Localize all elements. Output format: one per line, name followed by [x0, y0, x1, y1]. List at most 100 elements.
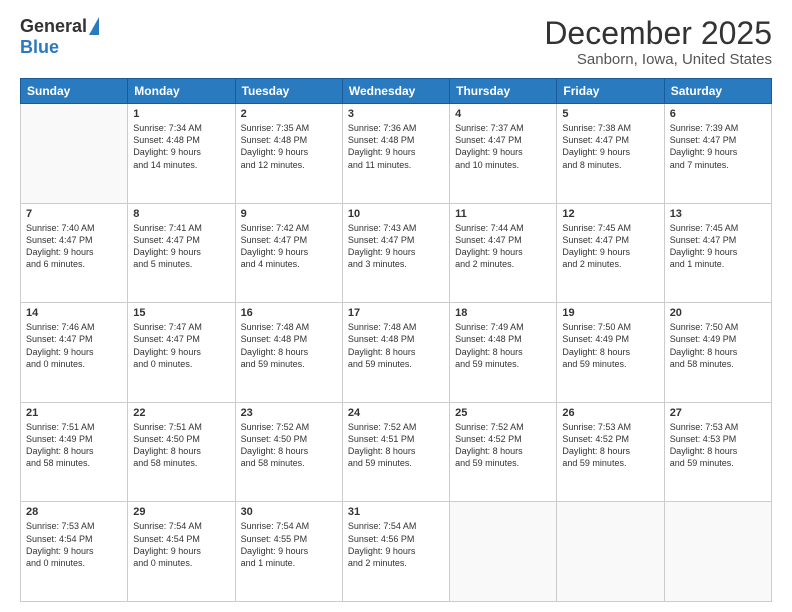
day-number: 20: [670, 307, 766, 319]
day-number: 17: [348, 307, 444, 319]
calendar-cell: 13 Sunrise: 7:45 AM Sunset: 4:47 PM Dayli…: [664, 203, 771, 303]
calendar-cell: 12 Sunrise: 7:45 AM Sunset: 4:47 PM Dayli…: [557, 203, 664, 303]
day-header-wednesday: Wednesday: [342, 79, 449, 104]
calendar-cell: 27Sunrise: 7:53 AM Sunset: 4:53 PM Dayli…: [664, 402, 771, 502]
calendar-cell: 2 Sunrise: 7:35 AM Sunset: 4:48 PM Daylig…: [235, 104, 342, 204]
day-info: Sunrise: 7:49 AM Sunset: 4:48 PM Dayligh…: [455, 321, 551, 370]
day-info: Sunrise: 7:51 AM Sunset: 4:50 PM Dayligh…: [133, 421, 229, 470]
day-info: Sunrise: 7:50 AM Sunset: 4:49 PM Dayligh…: [670, 321, 766, 370]
calendar-cell: 7Sunrise: 7:40 AM Sunset: 4:47 PM Daylig…: [21, 203, 128, 303]
day-info: Sunrise: 7:48 AM Sunset: 4:48 PM Dayligh…: [348, 321, 444, 370]
calendar-cell: 20 Sunrise: 7:50 AM Sunset: 4:49 PM Dayli…: [664, 303, 771, 403]
day-number: 11: [455, 208, 551, 220]
calendar-cell: 26 Sunrise: 7:53 AM Sunset: 4:52 PM Dayli…: [557, 402, 664, 502]
day-info: Sunrise: 7:52 AM Sunset: 4:51 PM Dayligh…: [348, 421, 444, 470]
calendar-cell: 3Sunrise: 7:36 AM Sunset: 4:48 PM Daylig…: [342, 104, 449, 204]
day-number: 9: [241, 208, 337, 220]
day-number: 23: [241, 407, 337, 419]
day-number: 15: [133, 307, 229, 319]
calendar-cell: 30 Sunrise: 7:54 AM Sunset: 4:55 PM Dayli…: [235, 502, 342, 602]
calendar-week-1: 7Sunrise: 7:40 AM Sunset: 4:47 PM Daylig…: [21, 203, 772, 303]
calendar-cell: [21, 104, 128, 204]
day-number: 18: [455, 307, 551, 319]
day-number: 19: [562, 307, 658, 319]
day-info: Sunrise: 7:53 AM Sunset: 4:54 PM Dayligh…: [26, 520, 122, 569]
day-info: Sunrise: 7:46 AM Sunset: 4:47 PM Dayligh…: [26, 321, 122, 370]
day-info: Sunrise: 7:39 AM Sunset: 4:47 PM Dayligh…: [670, 122, 766, 171]
day-info: Sunrise: 7:50 AM Sunset: 4:49 PM Dayligh…: [562, 321, 658, 370]
logo: General Blue: [20, 16, 99, 58]
day-info: Sunrise: 7:54 AM Sunset: 4:54 PM Dayligh…: [133, 520, 229, 569]
day-number: 1: [133, 108, 229, 120]
calendar-cell: 23 Sunrise: 7:52 AM Sunset: 4:50 PM Dayli…: [235, 402, 342, 502]
day-number: 5: [562, 108, 658, 120]
location-subtitle: Sanborn, Iowa, United States: [544, 51, 772, 68]
calendar-cell: 15 Sunrise: 7:47 AM Sunset: 4:47 PM Dayli…: [128, 303, 235, 403]
calendar-cell: 22Sunrise: 7:51 AM Sunset: 4:50 PM Dayli…: [128, 402, 235, 502]
calendar-week-4: 28 Sunrise: 7:53 AM Sunset: 4:54 PM Dayli…: [21, 502, 772, 602]
calendar-cell: 8Sunrise: 7:41 AM Sunset: 4:47 PM Daylig…: [128, 203, 235, 303]
day-header-tuesday: Tuesday: [235, 79, 342, 104]
day-info: Sunrise: 7:48 AM Sunset: 4:48 PM Dayligh…: [241, 321, 337, 370]
calendar-cell: 24 Sunrise: 7:52 AM Sunset: 4:51 PM Dayli…: [342, 402, 449, 502]
day-number: 2: [241, 108, 337, 120]
day-header-friday: Friday: [557, 79, 664, 104]
day-info: Sunrise: 7:40 AM Sunset: 4:47 PM Dayligh…: [26, 222, 122, 271]
day-header-thursday: Thursday: [450, 79, 557, 104]
calendar-cell: 1 Sunrise: 7:34 AM Sunset: 4:48 PM Daylig…: [128, 104, 235, 204]
day-number: 30: [241, 506, 337, 518]
calendar-cell: 28 Sunrise: 7:53 AM Sunset: 4:54 PM Dayli…: [21, 502, 128, 602]
logo-blue-text: Blue: [20, 37, 59, 58]
calendar-week-2: 14Sunrise: 7:46 AM Sunset: 4:47 PM Dayli…: [21, 303, 772, 403]
calendar-cell: 18 Sunrise: 7:49 AM Sunset: 4:48 PM Dayli…: [450, 303, 557, 403]
day-number: 4: [455, 108, 551, 120]
calendar-cell: 11 Sunrise: 7:44 AM Sunset: 4:47 PM Dayli…: [450, 203, 557, 303]
calendar-cell: 17 Sunrise: 7:48 AM Sunset: 4:48 PM Dayli…: [342, 303, 449, 403]
calendar-cell: [664, 502, 771, 602]
logo-triangle-icon: [89, 17, 99, 35]
day-number: 3: [348, 108, 444, 120]
calendar-cell: 31Sunrise: 7:54 AM Sunset: 4:56 PM Dayli…: [342, 502, 449, 602]
day-info: Sunrise: 7:44 AM Sunset: 4:47 PM Dayligh…: [455, 222, 551, 271]
day-number: 16: [241, 307, 337, 319]
day-number: 12: [562, 208, 658, 220]
day-info: Sunrise: 7:42 AM Sunset: 4:47 PM Dayligh…: [241, 222, 337, 271]
day-info: Sunrise: 7:45 AM Sunset: 4:47 PM Dayligh…: [670, 222, 766, 271]
day-number: 24: [348, 407, 444, 419]
day-number: 6: [670, 108, 766, 120]
day-info: Sunrise: 7:43 AM Sunset: 4:47 PM Dayligh…: [348, 222, 444, 271]
day-info: Sunrise: 7:52 AM Sunset: 4:50 PM Dayligh…: [241, 421, 337, 470]
calendar-cell: 25Sunrise: 7:52 AM Sunset: 4:52 PM Dayli…: [450, 402, 557, 502]
day-info: Sunrise: 7:53 AM Sunset: 4:52 PM Dayligh…: [562, 421, 658, 470]
day-info: Sunrise: 7:45 AM Sunset: 4:47 PM Dayligh…: [562, 222, 658, 271]
calendar-cell: 10 Sunrise: 7:43 AM Sunset: 4:47 PM Dayli…: [342, 203, 449, 303]
day-info: Sunrise: 7:34 AM Sunset: 4:48 PM Dayligh…: [133, 122, 229, 171]
calendar-cell: [450, 502, 557, 602]
day-info: Sunrise: 7:47 AM Sunset: 4:47 PM Dayligh…: [133, 321, 229, 370]
day-number: 10: [348, 208, 444, 220]
day-number: 28: [26, 506, 122, 518]
day-number: 26: [562, 407, 658, 419]
day-info: Sunrise: 7:52 AM Sunset: 4:52 PM Dayligh…: [455, 421, 551, 470]
calendar-cell: 14Sunrise: 7:46 AM Sunset: 4:47 PM Dayli…: [21, 303, 128, 403]
calendar-header-row: SundayMondayTuesdayWednesdayThursdayFrid…: [21, 79, 772, 104]
calendar-cell: [557, 502, 664, 602]
calendar-cell: 6 Sunrise: 7:39 AM Sunset: 4:47 PM Daylig…: [664, 104, 771, 204]
day-info: Sunrise: 7:35 AM Sunset: 4:48 PM Dayligh…: [241, 122, 337, 171]
day-info: Sunrise: 7:54 AM Sunset: 4:55 PM Dayligh…: [241, 520, 337, 569]
day-info: Sunrise: 7:51 AM Sunset: 4:49 PM Dayligh…: [26, 421, 122, 470]
calendar-cell: 4 Sunrise: 7:37 AM Sunset: 4:47 PM Daylig…: [450, 104, 557, 204]
calendar-table: SundayMondayTuesdayWednesdayThursdayFrid…: [20, 78, 772, 602]
day-number: 27: [670, 407, 766, 419]
page: General Blue December 2025 Sanborn, Iowa…: [0, 0, 792, 612]
calendar-week-3: 21 Sunrise: 7:51 AM Sunset: 4:49 PM Dayli…: [21, 402, 772, 502]
month-title: December 2025: [544, 16, 772, 51]
day-number: 13: [670, 208, 766, 220]
day-number: 31: [348, 506, 444, 518]
title-block: December 2025 Sanborn, Iowa, United Stat…: [544, 16, 772, 68]
day-info: Sunrise: 7:37 AM Sunset: 4:47 PM Dayligh…: [455, 122, 551, 171]
day-number: 8: [133, 208, 229, 220]
calendar-week-0: 1 Sunrise: 7:34 AM Sunset: 4:48 PM Daylig…: [21, 104, 772, 204]
day-number: 21: [26, 407, 122, 419]
day-header-sunday: Sunday: [21, 79, 128, 104]
